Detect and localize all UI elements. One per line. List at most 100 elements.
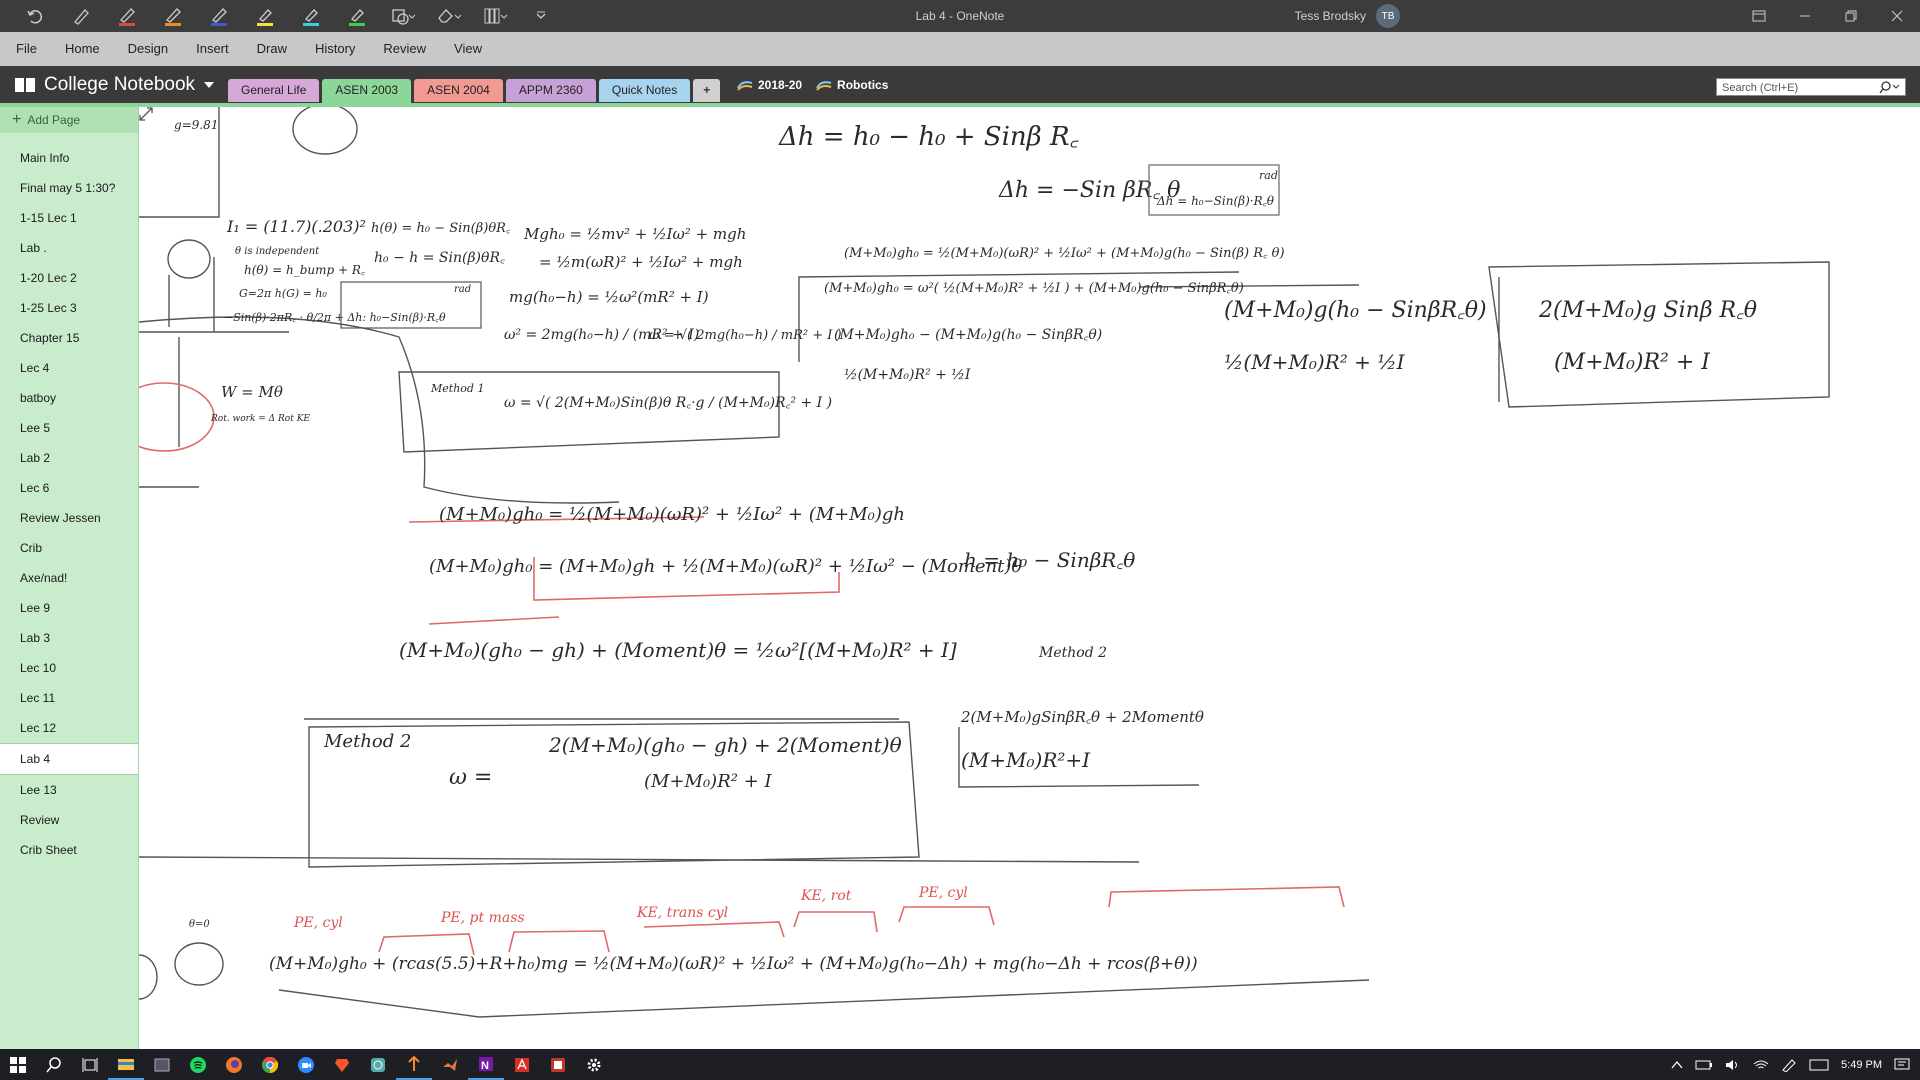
ink-h-theta: h(θ) = h_bump + R꜀	[244, 263, 366, 277]
task-view-icon[interactable]	[72, 1049, 108, 1080]
app-red-icon[interactable]	[540, 1049, 576, 1080]
file-explorer-icon[interactable]	[108, 1049, 144, 1080]
notebook-bar: College Notebook General Life ASEN 2003 …	[0, 66, 1920, 104]
page-canvas[interactable]: g=9.81 Δh = h₀ − h₀ + Sinβ R꜀ Δh = −Sin …	[139, 107, 1920, 1049]
close-icon[interactable]	[1874, 0, 1920, 32]
page-item[interactable]: Lec 6	[0, 473, 138, 503]
volume-icon[interactable]	[1725, 1059, 1741, 1071]
ink-method2-num: 2(M+M₀)(gh₀ − gh) + 2(Moment)θ	[548, 733, 902, 757]
section-group-robotics[interactable]: Robotics	[816, 78, 888, 92]
search-icon[interactable]	[36, 1049, 72, 1080]
page-item[interactable]: Lec 12	[0, 713, 138, 743]
pen-workspace-icon[interactable]	[1781, 1058, 1797, 1072]
app-active-icon[interactable]	[396, 1049, 432, 1080]
page-item[interactable]: Review Jessen	[0, 503, 138, 533]
ink-theta0: θ=0	[189, 919, 210, 930]
section-group-2018-20[interactable]: 2018-20	[737, 78, 802, 92]
page-item[interactable]: Final may 5 1:30?	[0, 173, 138, 203]
page-item[interactable]: Crib Sheet	[0, 835, 138, 865]
menu-history[interactable]: History	[301, 32, 369, 66]
menu-insert[interactable]: Insert	[182, 32, 243, 66]
wifi-icon[interactable]	[1753, 1059, 1769, 1071]
chrome-icon[interactable]	[252, 1049, 288, 1080]
ink-energy1: Mgh₀ = ½mv² + ½Iω² + mgh	[523, 225, 746, 243]
window-controls	[1736, 0, 1920, 32]
account-area[interactable]: Tess Brodsky TB	[1295, 0, 1400, 32]
taskbar: N 5:49 PM	[0, 1049, 1920, 1080]
ink-highlight-strokes	[139, 382, 1345, 956]
page-item[interactable]: Review	[0, 805, 138, 835]
page-item[interactable]: Axe/nad!	[0, 563, 138, 593]
menu-home[interactable]: Home	[51, 32, 114, 66]
tray-overflow-icon[interactable]	[1671, 1060, 1683, 1070]
page-item[interactable]: Lec 10	[0, 653, 138, 683]
ribbon-menu: File Home Design Insert Draw History Rev…	[0, 32, 1920, 66]
page-item[interactable]: Lee 5	[0, 413, 138, 443]
settings-gear-icon[interactable]	[576, 1049, 612, 1080]
menu-file[interactable]: File	[0, 32, 51, 66]
page-item[interactable]: Lab .	[0, 233, 138, 263]
ink-theta-indep: θ is independent	[235, 246, 320, 257]
page-item[interactable]: Lee 9	[0, 593, 138, 623]
page-item[interactable]: batboy	[0, 383, 138, 413]
battery-icon[interactable]	[1695, 1059, 1713, 1071]
ink-method2-res-den: (M+M₀)R²+I	[961, 748, 1091, 772]
notifications-icon[interactable]	[1894, 1058, 1910, 1072]
app-camera-icon[interactable]	[360, 1049, 396, 1080]
page-item[interactable]: Lec 11	[0, 683, 138, 713]
notebook-selector[interactable]: College Notebook	[14, 66, 215, 104]
expand-icon[interactable]	[139, 107, 153, 121]
clock[interactable]: 5:49 PM	[1841, 1059, 1882, 1071]
page-item[interactable]: Lab 3	[0, 623, 138, 653]
page-item[interactable]: Lee 13	[0, 775, 138, 805]
menu-design[interactable]: Design	[114, 32, 182, 66]
menu-review[interactable]: Review	[369, 32, 440, 66]
restore-icon[interactable]	[1828, 0, 1874, 32]
brave-icon[interactable]	[324, 1049, 360, 1080]
onenote-icon[interactable]: N	[468, 1049, 504, 1080]
search-input[interactable]: Search (Ctrl+E)	[1716, 78, 1906, 96]
keyboard-icon[interactable]	[1809, 1059, 1829, 1071]
page-item[interactable]: Lec 4	[0, 353, 138, 383]
tab-asen-2004[interactable]: ASEN 2004	[414, 79, 503, 102]
user-name: Tess Brodsky	[1294, 9, 1366, 23]
ink-work2: Rot. work = Δ Rot KE	[210, 414, 310, 424]
search-icon[interactable]	[1879, 80, 1901, 94]
ink-work1: W = Mθ	[221, 383, 283, 401]
tab-asen-2003[interactable]: ASEN 2003	[322, 79, 412, 104]
search-placeholder: Search (Ctrl+E)	[1722, 82, 1799, 94]
page-item[interactable]: 1-20 Lec 2	[0, 263, 138, 293]
page-item[interactable]: 1-15 Lec 1	[0, 203, 138, 233]
page-item[interactable]: Lab 2	[0, 443, 138, 473]
ribbon-display-icon[interactable]	[1736, 0, 1782, 32]
add-page-button[interactable]: + Add Page	[0, 107, 138, 133]
menu-draw[interactable]: Draw	[243, 32, 301, 66]
ink-method1-eq: ω = √( 2(M+M₀)Sin(β)θ R꜀·g / (M+M₀)R꜀² +…	[504, 395, 832, 411]
spotify-icon[interactable]	[180, 1049, 216, 1080]
firefox-icon[interactable]	[216, 1049, 252, 1080]
page-item[interactable]: Main Info	[0, 143, 138, 173]
section-tabs: General Life ASEN 2003 ASEN 2004 APPM 23…	[228, 79, 721, 104]
page-item[interactable]: 1-25 Lec 3	[0, 293, 138, 323]
ink-cons3: (M+M₀)(gh₀ − gh) + (Moment)θ = ½ω²[(M+M₀…	[399, 638, 957, 662]
matlab-icon[interactable]	[432, 1049, 468, 1080]
menu-view[interactable]: View	[440, 32, 496, 66]
ink-frac2-num: (M+M₀)g(h₀ − SinβR꜀θ)	[1224, 298, 1487, 323]
acrobat-icon[interactable]	[504, 1049, 540, 1080]
ink-h-eq2: h₀ − h = Sin(β)θR꜀	[374, 250, 505, 266]
page-item[interactable]: Chapter 15	[0, 323, 138, 353]
avatar[interactable]: TB	[1376, 4, 1400, 28]
tab-appm-2360[interactable]: APPM 2360	[505, 79, 596, 102]
zoom-icon[interactable]	[288, 1049, 324, 1080]
windows-start-icon[interactable]	[0, 1049, 36, 1080]
page-item[interactable]: Crib	[0, 533, 138, 563]
tab-general-life[interactable]: General Life	[228, 79, 320, 102]
add-section-button[interactable]: +	[693, 79, 721, 102]
page-item-active[interactable]: Lab 4	[0, 743, 138, 775]
minimize-icon[interactable]	[1782, 0, 1828, 32]
section-group-label: Robotics	[837, 78, 889, 92]
svg-text:N: N	[481, 1060, 489, 1072]
calculator-icon[interactable]	[144, 1049, 180, 1080]
chevron-down-icon	[204, 82, 215, 88]
tab-quick-notes[interactable]: Quick Notes	[598, 79, 691, 102]
